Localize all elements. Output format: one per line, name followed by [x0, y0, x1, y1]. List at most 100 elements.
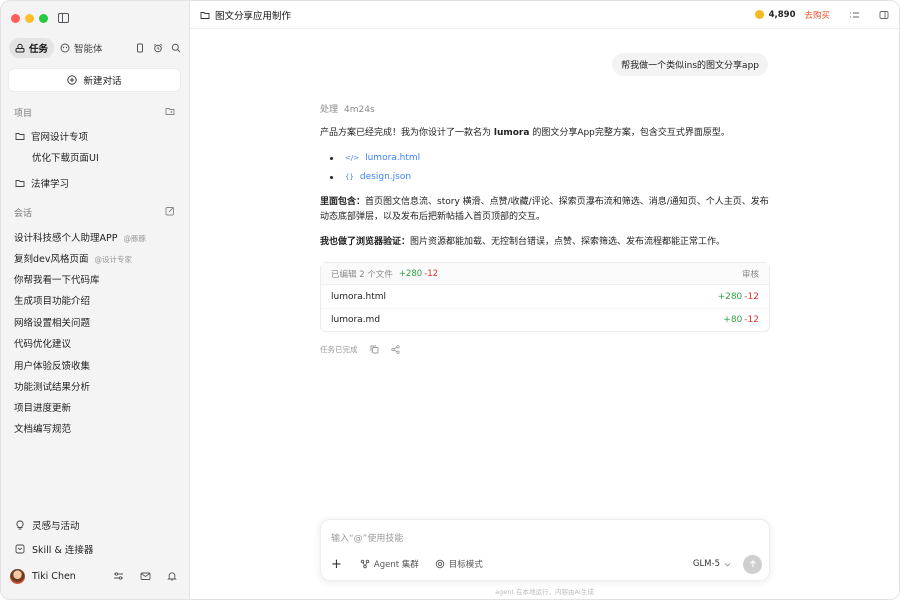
- conversation-label: 复刻dev风格页面: [14, 254, 89, 265]
- user-message: 帮我做一个类似ins的图文分享app: [612, 53, 768, 76]
- bell-icon[interactable]: [167, 571, 177, 581]
- inspiration-link[interactable]: 灵感与活动: [15, 518, 80, 532]
- edited-file-name: lumora.md: [331, 315, 381, 325]
- inspiration-label: 灵感与活动: [32, 521, 80, 532]
- alarm-icon[interactable]: [153, 43, 163, 53]
- model-selector[interactable]: GLM-5: [693, 559, 731, 569]
- task-status-row: 任务已完成: [320, 344, 772, 355]
- reply-product-name: lumora: [493, 128, 530, 138]
- main-panel: 图文分享应用制作 4,890 去购买 帮我做一个类似ins的图文分享app 处理…: [189, 1, 899, 599]
- file-link[interactable]: lumora.html: [365, 149, 420, 168]
- message-composer[interactable]: 输入“@”使用技能 + Agent 集群 目标模式 GLM-5: [320, 519, 770, 581]
- agent-cluster-button[interactable]: Agent 集群: [360, 558, 419, 570]
- coin-icon: [754, 10, 764, 19]
- additions-count: +280: [398, 268, 423, 279]
- skills-connectors-link[interactable]: Skill & 连接器: [15, 542, 93, 556]
- folder-icon: [200, 11, 210, 19]
- tab-agents-label: 智能体: [74, 44, 103, 55]
- copy-icon[interactable]: [370, 345, 379, 354]
- tab-tasks[interactable]: 任务: [9, 38, 55, 58]
- skills-label: Skill & 连接器: [32, 545, 94, 556]
- verify-label: 我也做了浏览器验证：: [320, 237, 411, 247]
- project-item[interactable]: 官网设计专项: [15, 129, 88, 143]
- arrow-up-icon: [749, 560, 756, 567]
- share-icon[interactable]: [390, 345, 400, 354]
- close-window-button[interactable]: [11, 14, 20, 23]
- table-row[interactable]: lumora.html +280 -12: [321, 285, 769, 308]
- conversation-item[interactable]: 用户体验反馈收集: [14, 358, 90, 372]
- list-icon[interactable]: [849, 10, 860, 20]
- file-additions: +80: [723, 315, 743, 325]
- processing-status[interactable]: 处理 4m24s: [320, 102, 772, 115]
- maximize-window-button[interactable]: [39, 14, 48, 23]
- reply-intro-pre: 产品方案已经完成！我为你设计了一款名为: [320, 128, 494, 138]
- user-row: Tiki Chen: [10, 567, 177, 585]
- deletions-count: -12: [424, 268, 439, 279]
- tab-tasks-label: 任务: [29, 44, 49, 55]
- task-status: 任务已完成: [320, 345, 358, 354]
- buy-credits-link[interactable]: 去购买: [804, 9, 830, 21]
- avatar[interactable]: [10, 568, 25, 584]
- lightbulb-icon: [16, 520, 24, 530]
- file-link[interactable]: design.json: [360, 168, 411, 187]
- composer-toolbar: + Agent 集群 目标模式 GLM-5: [331, 554, 762, 574]
- settings-sliders-icon[interactable]: [113, 571, 124, 581]
- mail-icon[interactable]: [140, 571, 151, 581]
- credit-balance: 4,890: [768, 9, 796, 20]
- add-attachment-button[interactable]: +: [331, 557, 342, 572]
- conversation-item[interactable]: 设计科技感个人助理APP @豚豚: [14, 230, 146, 244]
- new-chat-label: 新建对话: [83, 76, 122, 87]
- cluster-icon: [360, 559, 370, 569]
- model-name: GLM-5: [692, 559, 720, 569]
- file-deletions: -12: [744, 315, 759, 325]
- file-deletions: -12: [744, 291, 759, 302]
- conversation-item[interactable]: 功能测试结果分析: [14, 379, 90, 393]
- edited-files-card: 已编辑 2 个文件 +280 -12 审核 lumora.html +280 -1…: [320, 262, 770, 332]
- new-chat-button[interactable]: 新建对话: [9, 69, 180, 91]
- list-item: </> lumora.html: [330, 149, 772, 168]
- conversation-label: 设计科技感个人助理APP: [14, 233, 118, 244]
- verify-text: 图片资源都能加载、无控制台错误，点赞、探索筛选、发布流程都能正常工作。: [410, 237, 726, 247]
- sidebar-tabs: 任务 智能体: [9, 38, 181, 58]
- new-project-folder-icon[interactable]: [165, 106, 175, 116]
- page-title: 图文分享应用制作: [215, 10, 292, 22]
- conversation-item[interactable]: 复刻dev风格页面 @设计专家: [14, 251, 132, 265]
- goal-mode-button[interactable]: 目标模式: [435, 558, 483, 570]
- json-icon: {}: [345, 173, 354, 181]
- conversation-item[interactable]: 文档编写规范: [14, 421, 71, 435]
- user-actions: [113, 571, 177, 581]
- message-input[interactable]: 输入“@”使用技能: [331, 531, 403, 544]
- project-child-item[interactable]: 优化下载页面UI: [32, 150, 99, 164]
- panel-toggle-icon[interactable]: [879, 10, 889, 20]
- search-icon[interactable]: [171, 43, 181, 53]
- conversation-item[interactable]: 你帮我看一下代码库: [14, 272, 100, 286]
- user-name: Tiki Chen: [32, 570, 76, 582]
- sidebar: 任务 智能体 新建对话 项目 官网设计专项 优化下载页面UI 法律学习 会话 设…: [1, 1, 189, 599]
- file-additions: +280: [717, 291, 743, 302]
- table-row[interactable]: lumora.md +80 -12: [321, 308, 769, 331]
- file-diff: +280 -12: [712, 292, 759, 302]
- tab-agents[interactable]: 智能体: [54, 38, 109, 58]
- conversation-item[interactable]: 代码优化建议: [14, 336, 71, 350]
- conversations-section-title: 会话: [14, 209, 33, 219]
- conversation-tag: @设计专家: [94, 255, 133, 264]
- project-item[interactable]: 法律学习: [15, 176, 69, 190]
- compose-icon[interactable]: [165, 206, 175, 216]
- sidebar-toggle-icon[interactable]: [58, 13, 69, 23]
- review-button[interactable]: 审核: [742, 268, 759, 280]
- conversation-item[interactable]: 网络设置相关问题: [14, 315, 90, 329]
- phone-icon[interactable]: [135, 43, 145, 53]
- conversation-item[interactable]: 生成项目功能介绍: [14, 293, 90, 307]
- assistant-reply: 处理 4m24s 产品方案已经完成！我为你设计了一款名为 lumora 的图文分享…: [320, 102, 772, 355]
- send-button[interactable]: [743, 554, 762, 574]
- agent-icon: [60, 43, 70, 53]
- edited-file-name: lumora.html: [331, 291, 387, 302]
- edited-files-label: 已编辑 2 个文件: [331, 269, 393, 280]
- processing-label: 处理: [320, 105, 339, 115]
- minimize-window-button[interactable]: [25, 14, 34, 23]
- window-controls: [11, 14, 48, 23]
- conversation-tag: @豚豚: [123, 234, 146, 243]
- header: 图文分享应用制作 4,890 去购买: [190, 1, 899, 29]
- conversation-item[interactable]: 项目进度更新: [14, 400, 71, 414]
- reply-verify: 我也做了浏览器验证：图片资源都能加载、无控制台错误，点赞、探索筛选、发布流程都能…: [320, 235, 772, 250]
